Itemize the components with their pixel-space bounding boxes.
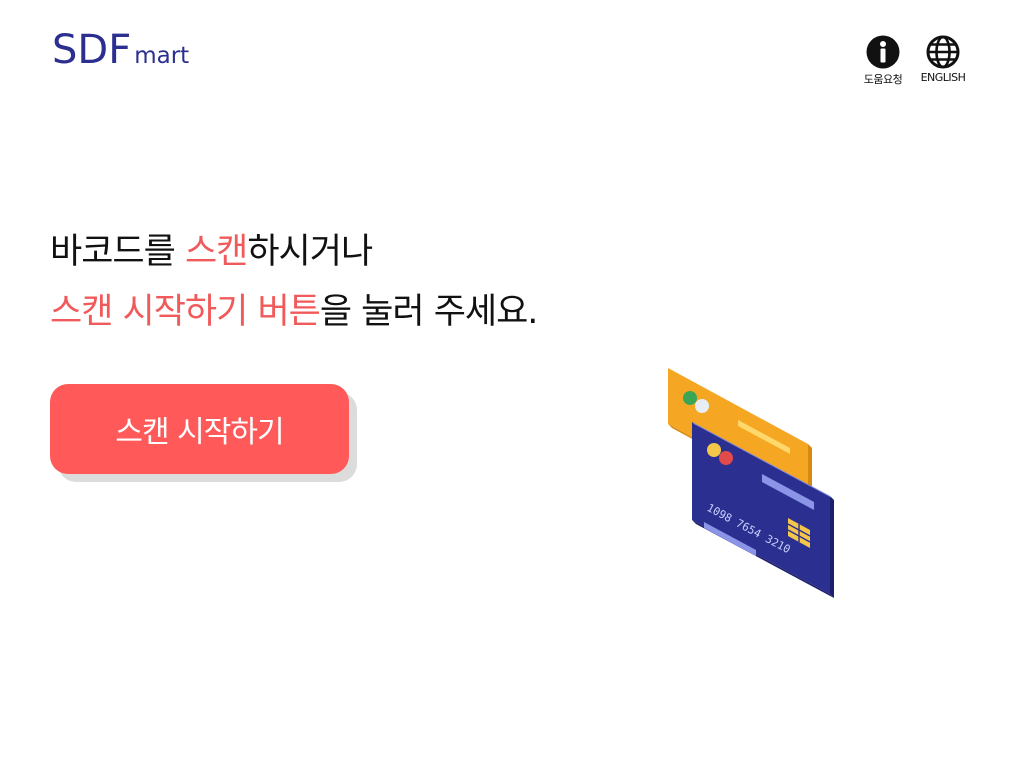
instruction-line-1-c: 하시거나 <box>247 232 373 272</box>
brand-logo-main: SDF <box>52 27 132 73</box>
start-scan-button[interactable]: 스캔 시작하기 <box>50 384 349 474</box>
instruction-line-1-highlight: 스캔 <box>184 232 248 272</box>
brand-logo: SDF mart <box>52 30 189 70</box>
instruction-line-1: 바코드를 스캔하시거나 <box>50 222 537 282</box>
instruction-text: 바코드를 스캔하시거나 스캔 시작하기 버튼을 눌러 주세요. <box>50 222 539 342</box>
instruction-line-2-b: 을 눌러 주세요. <box>319 292 539 332</box>
language-button[interactable]: ENGLISH <box>918 35 968 87</box>
language-label: ENGLISH <box>920 71 966 84</box>
info-icon <box>866 35 900 69</box>
help-label: 도움요청 <box>863 73 903 86</box>
brand-logo-sub: mart <box>134 43 190 69</box>
credit-cards-illustration: 1098 7654 3210 <box>668 368 834 598</box>
instruction-line-1-a: 바코드를 <box>50 232 185 272</box>
header-actions: 도움요청 ENGLISH <box>858 35 968 87</box>
help-button[interactable]: 도움요청 <box>858 35 908 87</box>
globe-icon <box>926 35 960 69</box>
instruction-line-2: 스캔 시작하기 버튼을 눌러 주세요. <box>50 282 539 342</box>
instruction-line-2-highlight: 스캔 시작하기 버튼 <box>50 292 321 332</box>
